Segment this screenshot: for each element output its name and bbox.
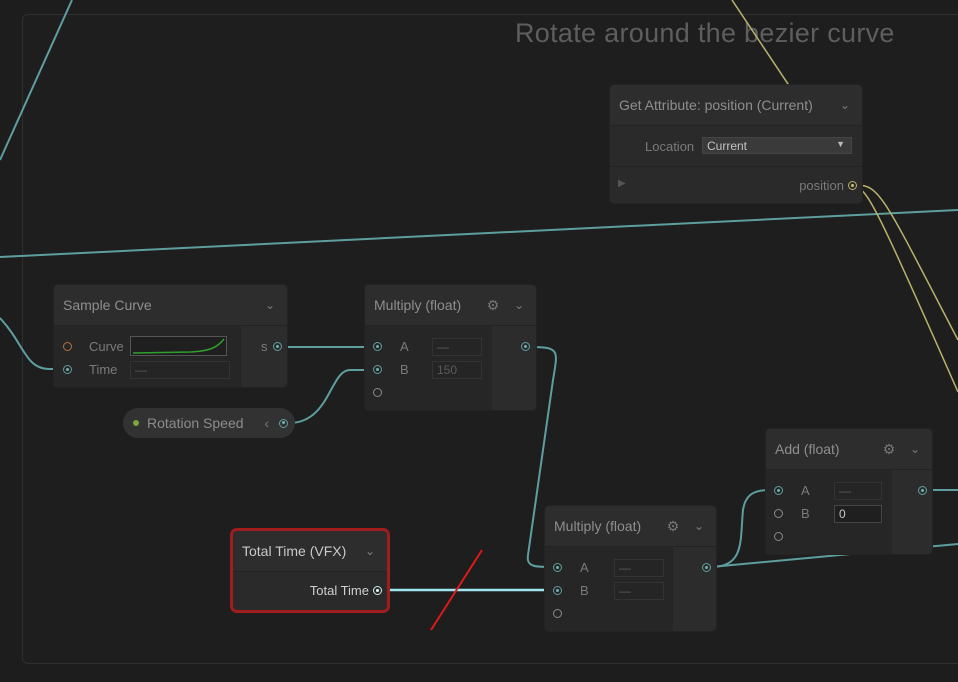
time-label: Time [89,362,118,377]
s-output-port[interactable] [273,342,282,351]
chevron-down-icon[interactable]: ⌄ [837,98,853,112]
position-output-label: position [799,178,844,193]
multiply-1-title: Multiply (float) [374,297,462,313]
time-input-port[interactable] [63,365,72,374]
total-time-node[interactable]: Total Time (VFX) ⌄ Total Time [233,531,387,610]
b-input-port[interactable] [373,365,382,374]
curve-graph [132,338,225,354]
b-input-port[interactable] [774,509,783,518]
chevron-down-icon[interactable]: ⌄ [691,519,707,533]
multiply-2-title: Multiply (float) [554,518,642,534]
location-value: Current [707,139,748,153]
sample-curve-title: Sample Curve [63,297,152,313]
rotation-speed-property[interactable]: Rotation Speed ‹ [123,408,295,438]
get-attribute-header[interactable]: Get Attribute: position (Current) ⌄ [610,85,862,126]
wire-position-out-a [856,184,958,341]
curve-label: Curve [89,339,124,354]
play-icon[interactable]: ▶ [618,178,626,189]
multiply-2-header[interactable]: Multiply (float) ⚙ ⌄ [545,506,716,547]
multiply-node-1[interactable]: Multiply (float) ⚙ ⌄ A — B 150 [365,285,536,410]
curve-input-port[interactable] [63,342,72,351]
dropdown-arrow-icon: ▼ [836,139,845,149]
add-input-port[interactable] [373,388,382,397]
get-attribute-node[interactable]: Get Attribute: position (Current) ⌄ Loca… [610,85,862,203]
b-field[interactable]: 150 [432,361,482,379]
s-output-label: s [261,339,268,354]
chevron-down-icon[interactable]: ⌄ [362,544,378,558]
wire-left-to-time [0,317,62,370]
a-input-port[interactable] [774,486,783,495]
add-input-port[interactable] [774,532,783,541]
add-header[interactable]: Add (float) ⚙ ⌄ [766,429,932,470]
rotation-speed-output-port[interactable] [279,418,288,428]
sample-curve-node[interactable]: Sample Curve ⌄ Curve Time — s [54,285,287,387]
b-field[interactable]: — [614,582,664,600]
a-input-port[interactable] [373,342,382,351]
wire-position-out-b [856,185,958,393]
total-time-output-label: Total Time [309,583,369,598]
add-title: Add (float) [775,441,840,457]
b-label: B [801,506,810,521]
time-field[interactable]: — [130,361,230,379]
add-input-port[interactable] [553,609,562,618]
a-field[interactable]: — [834,482,882,500]
location-dropdown[interactable]: Current ▼ [702,137,852,154]
multiply-2-output-port[interactable] [702,563,711,572]
a-input-port[interactable] [553,563,562,572]
multiply-1-output-port[interactable] [521,342,530,351]
chevron-down-icon[interactable]: ⌄ [907,442,923,456]
location-label: Location [645,139,695,154]
wire-top-left-diagonal [0,0,73,161]
get-attribute-title: Get Attribute: position (Current) [619,97,813,113]
b-field[interactable]: 0 [834,505,882,523]
total-time-title: Total Time (VFX) [242,543,347,559]
a-label: A [801,483,810,498]
total-time-output-port[interactable] [373,586,382,595]
curve-preview[interactable] [130,336,227,356]
expand-left-icon[interactable]: ‹ [264,415,269,431]
a-field[interactable]: — [432,338,482,356]
a-label: A [580,560,589,575]
position-output-port[interactable] [848,181,857,190]
b-label: B [400,362,409,377]
a-label: A [400,339,409,354]
gear-icon[interactable]: ⚙ [663,518,683,535]
a-field[interactable]: — [614,559,664,577]
wire-mult2-to-add [710,489,775,568]
gear-icon[interactable]: ⚙ [879,441,899,458]
rotation-speed-label: Rotation Speed [147,415,244,431]
sample-curve-header[interactable]: Sample Curve ⌄ [54,285,287,326]
add-node[interactable]: Add (float) ⚙ ⌄ A — B 0 [766,429,932,554]
b-label: B [580,583,589,598]
gear-icon[interactable]: ⚙ [483,297,503,314]
chevron-down-icon[interactable]: ⌄ [262,298,278,312]
wire-long-horizontal [0,209,958,258]
multiply-node-2[interactable]: Multiply (float) ⚙ ⌄ A — B — [545,506,716,631]
add-output-port[interactable] [918,486,927,495]
multiply-1-header[interactable]: Multiply (float) ⚙ ⌄ [365,285,536,326]
b-input-port[interactable] [553,586,562,595]
wire-speed-to-b [288,369,373,424]
chevron-down-icon[interactable]: ⌄ [511,298,527,312]
property-dot-icon [133,420,139,426]
total-time-header[interactable]: Total Time (VFX) ⌄ [233,531,387,572]
